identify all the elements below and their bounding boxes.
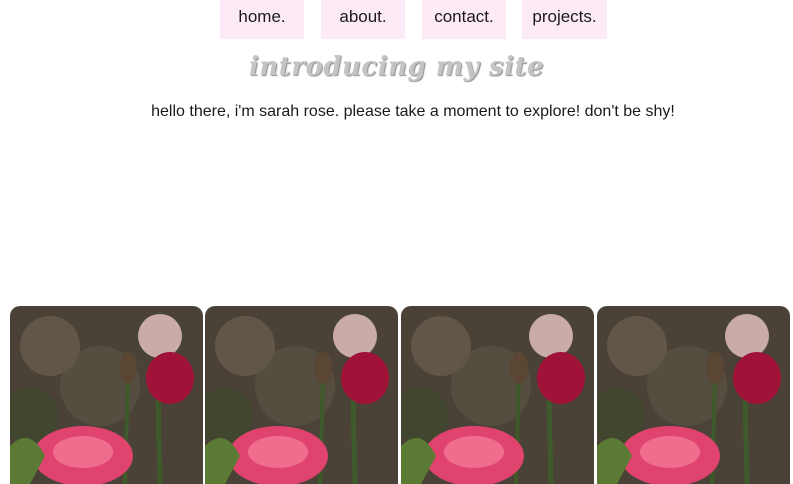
intro-text: hello there, i'm sarah rose. please take… — [151, 103, 675, 120]
gallery-photo[interactable] — [10, 306, 203, 484]
nav-item-projects[interactable]: projects. — [522, 0, 607, 39]
rose-photo-image — [597, 306, 790, 484]
top-nav: home. about. contact. projects. — [0, 0, 793, 40]
nav-item-home[interactable]: home. — [220, 0, 304, 39]
rose-photo-image — [10, 306, 203, 484]
gallery-photo[interactable] — [401, 306, 594, 484]
nav-item-about[interactable]: about. — [321, 0, 405, 39]
rose-photo-image — [401, 306, 594, 484]
page-title: introducing my site — [249, 52, 544, 82]
gallery-photo[interactable] — [597, 306, 790, 484]
rose-photo-image — [205, 306, 398, 484]
gallery-photo[interactable] — [205, 306, 398, 484]
nav-item-contact[interactable]: contact. — [422, 0, 506, 39]
photo-gallery — [10, 306, 790, 484]
